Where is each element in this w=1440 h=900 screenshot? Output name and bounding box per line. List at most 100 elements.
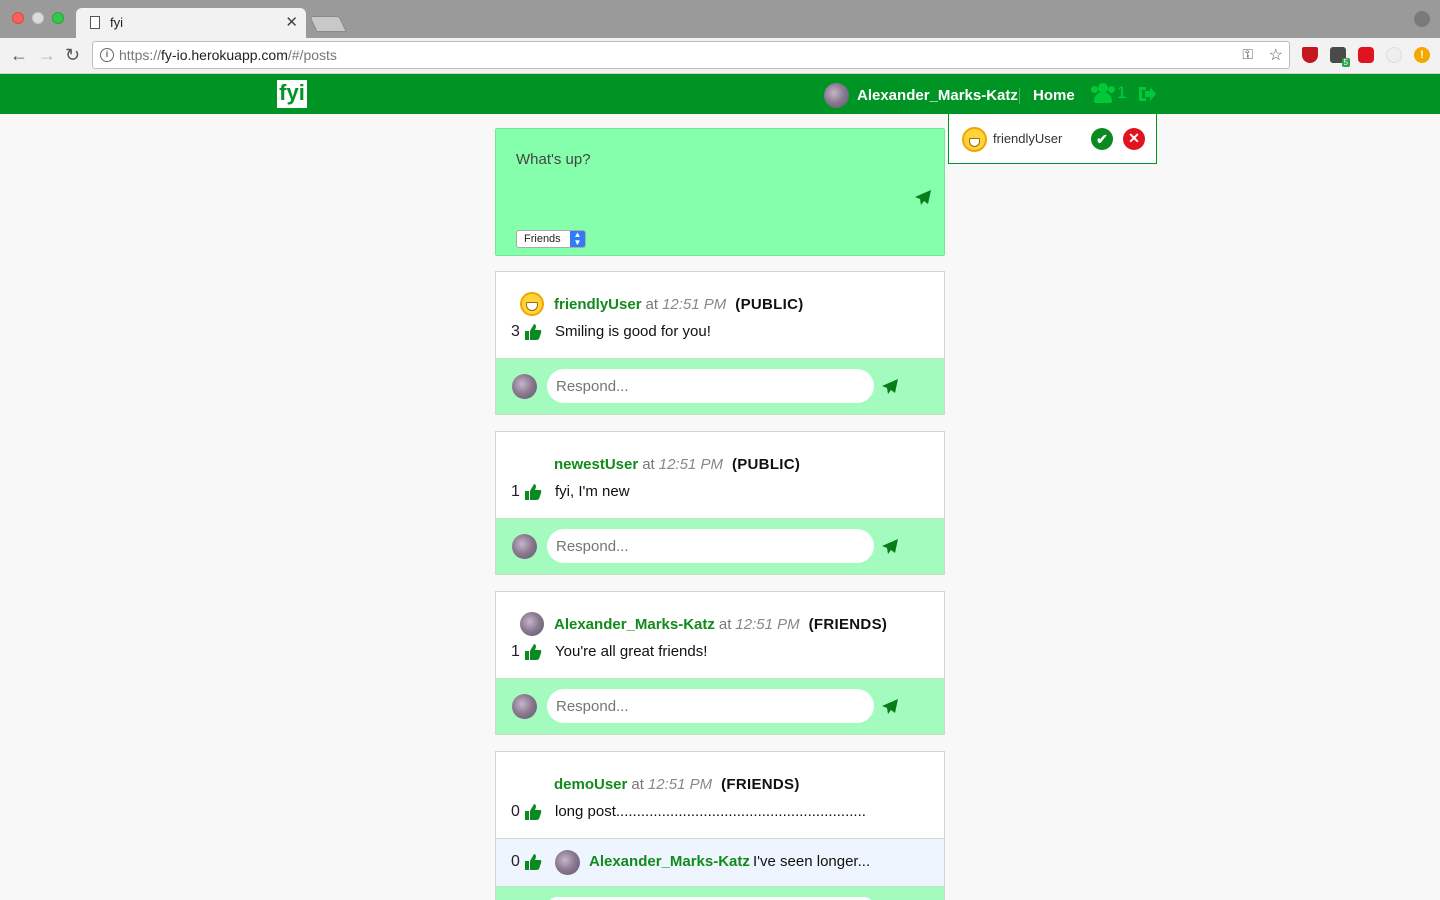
post-card: demoUser at 12:51 PM (FRIENDS) 0 long po… bbox=[495, 751, 945, 900]
close-window-button[interactable] bbox=[12, 12, 24, 24]
translate-extension-icon[interactable]: 5 bbox=[1330, 47, 1350, 67]
post-body: long post...............................… bbox=[555, 803, 866, 820]
video-extension-icon[interactable] bbox=[1358, 47, 1374, 63]
respond-bar bbox=[496, 518, 944, 574]
like-count: 0 bbox=[511, 803, 520, 820]
thumbs-up-icon[interactable] bbox=[524, 803, 542, 821]
comment-like-control[interactable]: 0 bbox=[511, 853, 542, 871]
like-count: 1 bbox=[511, 643, 520, 660]
home-link[interactable]: Home bbox=[1033, 87, 1075, 104]
key-icon[interactable]: ⚿ bbox=[1242, 46, 1253, 63]
respond-input[interactable] bbox=[547, 369, 874, 403]
like-control[interactable]: 0 bbox=[511, 803, 542, 821]
user-avatar bbox=[512, 694, 537, 719]
thumbs-up-icon[interactable] bbox=[524, 323, 542, 341]
post-body: Smiling is good for you! bbox=[555, 323, 711, 340]
like-control[interactable]: 3 bbox=[511, 323, 542, 341]
thumbs-up-icon[interactable] bbox=[524, 643, 542, 661]
send-icon[interactable] bbox=[881, 378, 899, 396]
request-user-name[interactable]: friendlyUser bbox=[993, 131, 1062, 146]
post-at: at bbox=[631, 775, 644, 793]
post-visibility: (PUBLIC) bbox=[731, 455, 801, 473]
back-icon[interactable]: ← bbox=[10, 44, 28, 66]
send-icon[interactable] bbox=[881, 538, 899, 556]
post-author[interactable]: demoUser bbox=[554, 776, 627, 793]
reject-request-button[interactable]: ✕ bbox=[1123, 128, 1145, 150]
like-control[interactable]: 1 bbox=[511, 643, 542, 661]
post-visibility: (FRIENDS) bbox=[808, 615, 888, 633]
header-user[interactable]: Alexander_Marks-Katz bbox=[824, 82, 1018, 108]
post-at: at bbox=[645, 295, 659, 313]
extension-badge: 5 bbox=[1341, 58, 1350, 67]
divider bbox=[1019, 88, 1020, 104]
grin-face-icon bbox=[520, 292, 544, 316]
post-meta: Alexander_Marks-Katz at 12:51 PM (FRIEND… bbox=[520, 612, 887, 636]
page-icon bbox=[90, 16, 100, 29]
forward-icon[interactable]: → bbox=[38, 44, 56, 66]
like-count: 0 bbox=[511, 853, 520, 870]
post-time: 12:51 PM bbox=[647, 775, 713, 793]
browser-tab-strip: fyi ✕ bbox=[0, 0, 1440, 38]
address-bar[interactable]: i https://fy-io.herokuapp.com/#/posts ⚿ … bbox=[92, 41, 1290, 69]
post-time: 12:51 PM bbox=[735, 615, 800, 633]
send-icon[interactable] bbox=[881, 698, 899, 716]
post-time: 12:51 PM bbox=[658, 455, 723, 473]
info-icon[interactable]: i bbox=[100, 48, 114, 62]
ublock-extension-icon[interactable] bbox=[1302, 47, 1318, 63]
header-user-name: Alexander_Marks-Katz bbox=[857, 86, 1018, 104]
friend-request-count: 1 bbox=[1117, 83, 1127, 102]
tab-title: fyi bbox=[110, 15, 123, 30]
extension-icon[interactable] bbox=[1386, 47, 1402, 63]
post-card: Alexander_Marks-Katz at 12:51 PM (FRIEND… bbox=[495, 591, 945, 735]
post-meta: demoUser at 12:51 PM (FRIENDS) bbox=[520, 772, 800, 796]
user-avatar bbox=[555, 850, 580, 875]
like-control[interactable]: 1 bbox=[511, 483, 542, 501]
browser-toolbar: ← → ↻ i https://fy-io.herokuapp.com/#/po… bbox=[0, 38, 1440, 74]
visibility-select[interactable]: Friends ▲ ▼ bbox=[516, 230, 586, 248]
accept-request-button[interactable]: ✔ bbox=[1091, 128, 1113, 150]
profile-icon[interactable] bbox=[1414, 11, 1430, 27]
like-count: 1 bbox=[511, 483, 520, 500]
new-tab-button[interactable] bbox=[309, 16, 347, 32]
post-visibility: (PUBLIC) bbox=[735, 295, 804, 313]
user-avatar bbox=[512, 374, 537, 399]
app-header: fyi Alexander_Marks-Katz Home 1 bbox=[0, 74, 1440, 114]
comment-author[interactable]: Alexander_Marks-Katz bbox=[589, 853, 750, 870]
maximize-window-button[interactable] bbox=[52, 12, 64, 24]
url-text: https://fy-io.herokuapp.com/#/posts bbox=[119, 47, 337, 63]
post-time: 12:51 PM bbox=[662, 295, 727, 313]
post-at: at bbox=[642, 455, 655, 473]
bookmark-star-icon[interactable]: ☆ bbox=[1269, 45, 1283, 65]
post-body: fyi, I'm new bbox=[555, 483, 630, 500]
select-arrows-icon: ▲ ▼ bbox=[570, 231, 585, 247]
post-meta: newestUser at 12:51 PM (PUBLIC) bbox=[520, 452, 800, 476]
users-icon bbox=[1091, 83, 1115, 103]
post-visibility: (FRIENDS) bbox=[721, 775, 800, 793]
close-tab-icon[interactable]: ✕ bbox=[285, 13, 298, 31]
respond-input[interactable] bbox=[547, 689, 874, 723]
fyi-logo[interactable]: fyi bbox=[277, 80, 307, 108]
post-composer[interactable]: What's up? Friends ▲ ▼ bbox=[495, 128, 945, 256]
post-body: You're all great friends! bbox=[555, 643, 708, 660]
post-card: newestUser at 12:51 PM (PUBLIC) 1 fyi, I… bbox=[495, 431, 945, 575]
reload-icon[interactable]: ↻ bbox=[65, 44, 80, 66]
post-at: at bbox=[718, 615, 732, 633]
comment-text: I've seen longer... bbox=[753, 853, 871, 870]
friend-requests-button[interactable]: 1 bbox=[1091, 83, 1126, 103]
thumbs-up-icon[interactable] bbox=[524, 853, 542, 871]
friend-request-popup: friendlyUser ✔ ✕ bbox=[948, 114, 1157, 164]
like-count: 3 bbox=[511, 323, 520, 340]
respond-bar bbox=[496, 358, 944, 414]
respond-input[interactable] bbox=[547, 529, 874, 563]
alert-extension-icon[interactable]: ! bbox=[1414, 47, 1430, 63]
sign-out-icon[interactable] bbox=[1137, 85, 1157, 103]
post-author[interactable]: newestUser bbox=[554, 456, 638, 473]
comment-row: 0 Alexander_Marks-Katz I've seen longer.… bbox=[496, 838, 944, 886]
post-author[interactable]: friendlyUser bbox=[554, 296, 642, 313]
thumbs-up-icon[interactable] bbox=[524, 483, 542, 501]
post-author[interactable]: Alexander_Marks-Katz bbox=[554, 616, 715, 633]
send-icon[interactable] bbox=[914, 189, 932, 207]
browser-tab[interactable]: fyi ✕ bbox=[76, 8, 306, 38]
composer-placeholder[interactable]: What's up? bbox=[516, 151, 591, 168]
minimize-window-button[interactable] bbox=[32, 12, 44, 24]
